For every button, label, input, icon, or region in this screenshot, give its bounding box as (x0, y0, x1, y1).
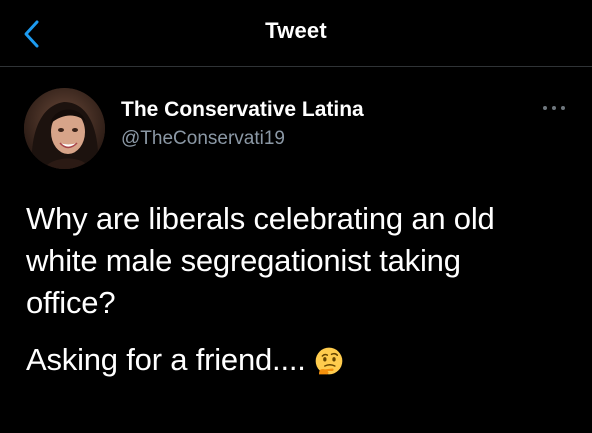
thinking-face-emoji (315, 347, 343, 375)
top-bar: Tweet (0, 0, 592, 67)
avatar[interactable] (24, 88, 105, 169)
tweet-line: Asking for a friend.... (26, 342, 306, 377)
page-title: Tweet (265, 18, 327, 43)
tweet-line: Why are liberals celebrating an old (26, 201, 495, 236)
tweet-author: The Conservative Latina @TheConservati19 (24, 88, 569, 169)
more-options-button[interactable] (539, 100, 569, 116)
tweet-paragraph: Why are liberals celebrating an old whit… (26, 198, 571, 324)
tweet-line: office? (26, 285, 116, 320)
author-handle[interactable]: @TheConservati19 (121, 128, 285, 150)
profile-photo (24, 88, 105, 169)
tweet-line: white male segregationist taking (26, 243, 461, 278)
tweet-text: Why are liberals celebrating an old whit… (26, 198, 571, 381)
author-name[interactable]: The Conservative Latina (121, 98, 364, 122)
ellipsis-icon (543, 106, 565, 110)
tweet-paragraph: Asking for a friend.... (26, 339, 571, 381)
